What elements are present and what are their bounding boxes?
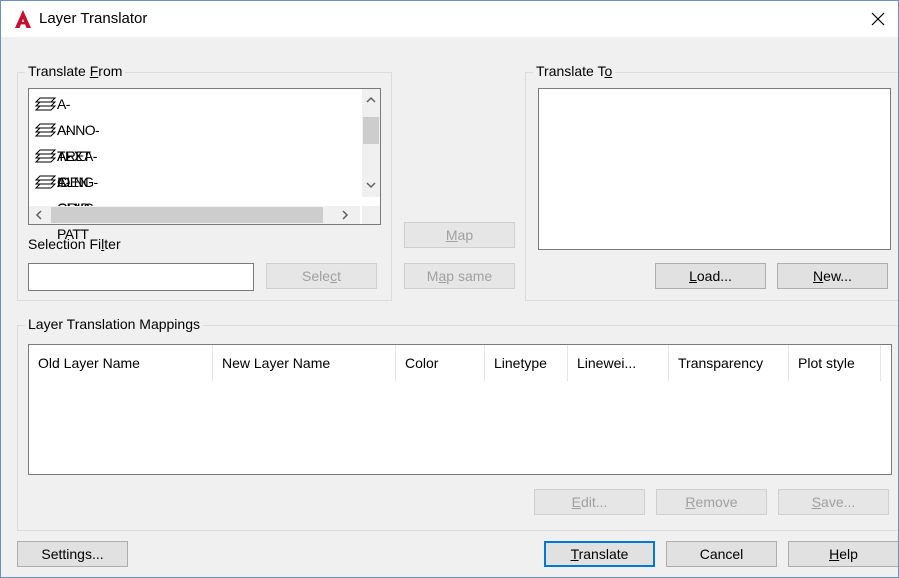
column-header-transparency[interactable]: Transparency — [669, 345, 789, 381]
translate-from-list[interactable]: A-ANNO-TEXT A-AREA-IDEN A-CLNG-GRID A-CL… — [28, 88, 381, 242]
close-icon[interactable] — [864, 5, 892, 33]
scroll-down-icon[interactable] — [363, 177, 379, 193]
settings-button[interactable]: Settings... — [17, 541, 128, 567]
column-header-plot-style[interactable]: Plot style — [789, 345, 881, 381]
layer-stack-icon — [35, 175, 57, 189]
translate-to-legend: Translate To — [533, 63, 616, 79]
map-button[interactable]: Map — [404, 222, 515, 248]
scroll-left-icon[interactable] — [31, 207, 47, 223]
vertical-scrollbar[interactable] — [362, 89, 380, 197]
title-bar: Layer Translator — [1, 1, 898, 37]
scroll-up-icon[interactable] — [363, 92, 379, 108]
edit-button[interactable]: Edit... — [534, 489, 645, 515]
layer-stack-icon — [35, 123, 57, 137]
layer-translator-dialog: Layer Translator Translate From A-ANNO-T… — [0, 0, 899, 578]
scroll-right-icon[interactable] — [337, 207, 353, 223]
selection-filter-label: Selection Filter — [28, 236, 121, 252]
window-title: Layer Translator — [39, 10, 148, 27]
horizontal-scroll-thumb[interactable] — [51, 207, 323, 223]
vertical-scroll-thumb[interactable] — [363, 117, 379, 144]
save-button[interactable]: Save... — [778, 489, 889, 515]
translate-to-list[interactable] — [538, 88, 891, 250]
layer-translation-mappings-group: Layer Translation Mappings Old Layer Nam… — [17, 316, 898, 531]
translate-to-group: Translate To Load... New... — [525, 63, 898, 301]
select-button[interactable]: Select — [266, 263, 377, 289]
horizontal-scrollbar[interactable] — [29, 206, 360, 224]
help-button[interactable]: Help — [788, 541, 898, 567]
remove-button[interactable]: Remove — [656, 489, 767, 515]
load-button[interactable]: Load... — [655, 263, 766, 289]
translate-from-legend: Translate From — [25, 63, 126, 79]
cancel-button[interactable]: Cancel — [666, 541, 777, 567]
scroll-corner — [362, 206, 380, 224]
layer-stack-icon — [35, 149, 57, 163]
new-button[interactable]: New... — [777, 263, 888, 289]
selection-filter-input[interactable] — [28, 263, 254, 291]
layer-translation-mappings-legend: Layer Translation Mappings — [25, 316, 203, 332]
layer-stack-icon — [35, 97, 57, 111]
mappings-table[interactable]: Old Layer Name New Layer Name Color Line… — [28, 344, 892, 475]
translate-button[interactable]: Translate — [544, 541, 655, 567]
autocad-logo-icon — [15, 10, 31, 28]
column-header-old-layer-name[interactable]: Old Layer Name — [29, 345, 213, 381]
column-header-linetype[interactable]: Linetype — [485, 345, 568, 381]
translate-from-group: Translate From A-ANNO-TEXT A-AREA-IDEN A… — [17, 63, 392, 301]
column-header-new-layer-name[interactable]: New Layer Name — [213, 345, 396, 381]
column-header-lineweight[interactable]: Linewei... — [568, 345, 669, 381]
column-header-color[interactable]: Color — [396, 345, 485, 381]
map-same-button[interactable]: Map same — [404, 263, 515, 289]
